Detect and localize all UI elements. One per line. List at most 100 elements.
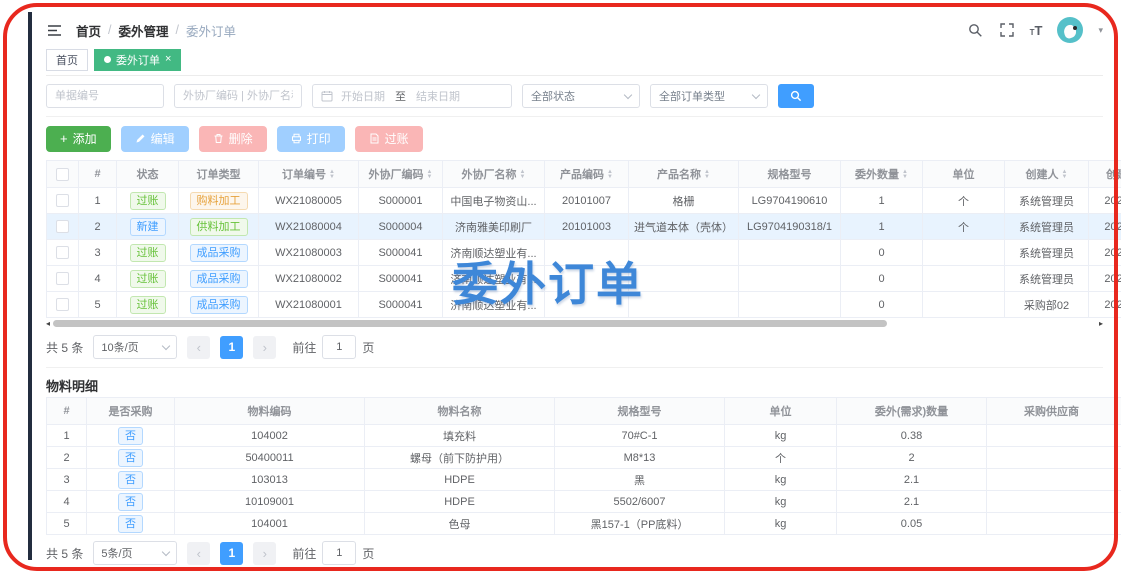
table-row[interactable]: 5过账成品采购WX21080001S000041济南顺达塑业有...0采购部02… [47, 292, 1121, 318]
column-header: # [47, 398, 87, 425]
prev-page-button[interactable]: ‹ [187, 336, 210, 359]
table-row[interactable]: 2否50400011螺母（前下防护用）M8*13个2 [47, 447, 1121, 469]
status-select[interactable]: 全部状态 [522, 84, 640, 108]
tab-outsourcing-orders[interactable]: 委外订单 × [94, 49, 181, 71]
goto-page-input[interactable] [322, 335, 356, 359]
status-cell: 过账 [117, 292, 179, 318]
order-type-cell: 购料加工 [179, 188, 259, 214]
caret-down-icon[interactable]: ▾ [1098, 25, 1103, 36]
table-cell: 2021-08-23 [1089, 214, 1121, 240]
sort-icon[interactable]: ▲▼ [329, 170, 335, 180]
sort-icon[interactable]: ▲▼ [902, 170, 908, 180]
select-all-checkbox[interactable] [56, 168, 69, 181]
column-header: 物料编码 [175, 398, 365, 425]
row-checkbox[interactable] [56, 194, 69, 207]
next-page-button[interactable]: › [253, 542, 276, 565]
add-button[interactable]: + 添加 [46, 126, 111, 152]
table-row[interactable]: 3过账成品采购WX21080003S000041济南顺达塑业有...0系统管理员… [47, 240, 1121, 266]
goto-page-input[interactable] [322, 541, 356, 565]
purchase-flag-tag[interactable]: 否 [118, 471, 143, 489]
row-checkbox[interactable] [56, 220, 69, 233]
total-count: 共 5 条 [46, 339, 83, 356]
page-size-select[interactable]: 5条/页 [93, 541, 177, 565]
table-cell [1117, 513, 1121, 535]
table-cell [1117, 425, 1121, 447]
sort-icon[interactable]: ▲▼ [1062, 170, 1068, 180]
sort-icon[interactable]: ▲▼ [607, 170, 613, 180]
column-header[interactable]: 外协厂名称▲▼ [443, 161, 545, 188]
table-cell: HDPE [365, 491, 555, 513]
row-checkbox[interactable] [56, 246, 69, 259]
table-cell [1117, 447, 1121, 469]
printer-icon [291, 133, 302, 144]
column-header[interactable]: 委外数量▲▼ [841, 161, 923, 188]
table-cell: 2021-08-23 [1089, 240, 1121, 266]
table-row[interactable]: 4过账成品采购WX21080002S000041济南顺达塑业有...0系统管理员… [47, 266, 1121, 292]
table-cell [629, 266, 739, 292]
table-row[interactable]: 1否104002填充料70#C-1kg0.38 [47, 425, 1121, 447]
purchase-flag-tag[interactable]: 否 [118, 427, 143, 445]
column-header[interactable]: 创建人▲▼ [1005, 161, 1089, 188]
font-size-icon[interactable]: TT [1030, 23, 1043, 38]
post-button[interactable]: 过账 [355, 126, 423, 152]
row-checkbox[interactable] [56, 298, 69, 311]
row-index-cell: 3 [79, 240, 117, 266]
tab-home[interactable]: 首页 [46, 49, 88, 71]
total-count: 共 5 条 [46, 545, 83, 562]
delete-button[interactable]: 删除 [199, 126, 267, 152]
row-checkbox[interactable] [56, 272, 69, 285]
sort-icon[interactable]: ▲▼ [427, 170, 433, 180]
table-row[interactable]: 1过账购料加工WX21080005S000001中国电子物资山...201010… [47, 188, 1121, 214]
page-size-select[interactable]: 10条/页 [93, 335, 177, 359]
vendor-input[interactable] [174, 84, 302, 108]
materials-header-row: #是否采购物料编码物料名称规格型号单位委外(需求)数量采购供应商操作 [47, 398, 1121, 425]
filter-bar: 开始日期 至 结束日期 全部状态 全部订单类型 [46, 76, 1103, 117]
breadcrumb-section[interactable]: 委外管理 [119, 21, 169, 40]
column-header: 物料名称 [365, 398, 555, 425]
next-page-button[interactable]: › [253, 336, 276, 359]
purchase-flag-tag[interactable]: 否 [118, 449, 143, 467]
date-range-picker[interactable]: 开始日期 至 结束日期 [312, 84, 512, 108]
search-icon[interactable] [968, 22, 984, 38]
table-cell: 系统管理员 [1005, 266, 1089, 292]
sort-icon[interactable]: ▲▼ [704, 170, 710, 180]
table-row[interactable]: 3否103013HDPE黑kg2.1 [47, 469, 1121, 491]
sort-icon[interactable]: ▲▼ [520, 170, 526, 180]
column-header[interactable]: 产品名称▲▼ [629, 161, 739, 188]
prev-page-button[interactable]: ‹ [187, 542, 210, 565]
status-cell: 过账 [117, 188, 179, 214]
doc-no-input[interactable] [46, 84, 164, 108]
print-button[interactable]: 打印 [277, 126, 345, 152]
scroll-right-icon[interactable]: ▸ [1099, 320, 1103, 328]
scrollbar-thumb[interactable] [53, 320, 887, 327]
column-header[interactable]: 订单编号▲▼ [259, 161, 359, 188]
table-row[interactable]: 5否104001色母黑157-1（PP底料）kg0.05 [47, 513, 1121, 535]
close-icon[interactable]: × [165, 54, 171, 65]
avatar[interactable] [1057, 17, 1083, 43]
edit-button[interactable]: 编辑 [121, 126, 189, 152]
table-row[interactable]: 4否10109001HDPE5502/6007kg2.1 [47, 491, 1121, 513]
column-header[interactable]: 产品编码▲▼ [545, 161, 629, 188]
breadcrumb-home[interactable]: 首页 [76, 21, 101, 40]
chevron-down-icon [162, 341, 170, 349]
fullscreen-icon[interactable] [999, 22, 1015, 38]
table-cell: 20101003 [545, 214, 629, 240]
search-button[interactable] [778, 84, 814, 108]
table-row[interactable]: 2新建供料加工WX21080004S000004济南雅美印刷厂20101003进… [47, 214, 1121, 240]
scroll-left-icon[interactable]: ◂ [46, 320, 50, 328]
purchase-flag-tag[interactable]: 否 [118, 493, 143, 511]
order-type-cell: 供料加工 [179, 214, 259, 240]
status-cell: 过账 [117, 240, 179, 266]
status-select-value: 全部状态 [531, 88, 575, 104]
table-cell: 系统管理员 [1005, 214, 1089, 240]
current-page-button[interactable]: 1 [220, 336, 243, 359]
table-cell [923, 266, 1005, 292]
hamburger-icon[interactable] [46, 22, 62, 38]
column-header[interactable]: 创建时间▲▼ [1089, 161, 1121, 188]
order-type-select[interactable]: 全部订单类型 [650, 84, 768, 108]
column-header[interactable]: 外协厂编码▲▼ [359, 161, 443, 188]
order-type-cell: 成品采购 [179, 240, 259, 266]
purchase-flag-tag[interactable]: 否 [118, 515, 143, 533]
column-header: 单位 [725, 398, 837, 425]
current-page-button[interactable]: 1 [220, 542, 243, 565]
